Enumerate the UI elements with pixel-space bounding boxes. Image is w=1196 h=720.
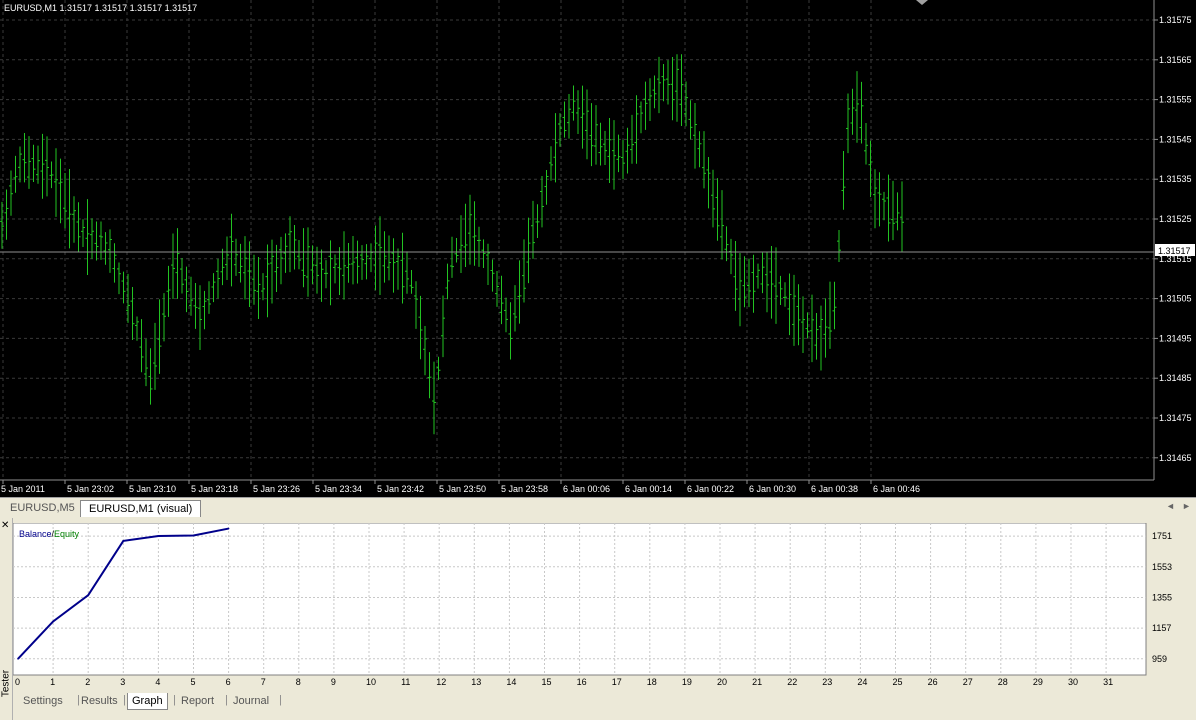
graph-x-tick: 20 — [717, 677, 727, 687]
graph-x-tick: 1 — [50, 677, 55, 687]
tab-journal[interactable]: Journal — [229, 693, 273, 709]
price-axis: 1.31575 1.31565 1.31555 1.31545 1.31535 1.315… — [1154, 15, 1192, 463]
time-tick-label: 5 Jan 23:42 — [377, 484, 424, 494]
graph-x-tick: 10 — [366, 677, 376, 687]
graph-y-axis: 959 1157 1355 1553 1751 — [1152, 531, 1172, 664]
chart-tab-eurusd-m5[interactable]: EURUSD,M5 — [2, 500, 83, 516]
time-tick-label: 5 Jan 23:02 — [67, 484, 114, 494]
balance-point — [157, 535, 160, 537]
balance-point — [17, 657, 19, 660]
graph-y-tick: 1553 — [1152, 562, 1172, 572]
graph-x-tick: 21 — [752, 677, 762, 687]
graph-x-tick: 15 — [542, 677, 552, 687]
price-tick-label: 1.31555 — [1159, 95, 1192, 105]
price-tick-label: 1.31565 — [1159, 55, 1192, 65]
balance-graph: 9591157135515531751 0 1 2 3 4 5 6 7 8 9 10 11 12 13 14… — [13, 523, 1172, 687]
graph-x-tick: 9 — [331, 677, 336, 687]
graph-x-tick: 11 — [401, 677, 410, 687]
graph-x-tick: 14 — [506, 677, 516, 687]
graph-x-tick: 6 — [226, 677, 231, 687]
graph-y-tick: 959 — [1152, 654, 1167, 664]
tab-report[interactable]: Report — [177, 693, 218, 709]
graph-x-axis: 0 1 2 3 4 5 6 7 8 9 10 11 12 13 14 15 16 17 18 19 20 21 22 23 24… — [15, 677, 1113, 687]
price-tick-label: 1.31575 — [1159, 15, 1192, 25]
price-tick-label: 1.31525 — [1159, 214, 1192, 224]
tester-label: Tester — [0, 669, 12, 698]
balance-point — [122, 540, 125, 542]
time-tick-label: 5 Jan 23:58 — [501, 484, 548, 494]
price-tick-label: 1.31485 — [1159, 373, 1192, 383]
graph-y-tick: 1751 — [1152, 531, 1172, 541]
strategy-tester-panel: ✕ Tester 959 1157 1355 1553 1751 01234567891… — [0, 518, 1196, 720]
time-tick-label: 6 Jan 00:30 — [749, 484, 796, 494]
graph-x-tick: 19 — [682, 677, 692, 687]
price-chart-canvas[interactable]: 1.31575 1.31565 1.31555 1.31545 1.31535 1.315… — [0, 0, 1196, 497]
graph-x-tick: 29 — [1033, 677, 1043, 687]
tab-graph[interactable]: Graph — [127, 693, 168, 710]
tester-tab-bar: Settings | Results | Graph | Report | Jo… — [13, 691, 1196, 711]
price-tick-label: 1.31535 — [1159, 174, 1192, 184]
graph-x-tick: 0 — [15, 677, 20, 687]
price-tick-label: 1.31465 — [1159, 453, 1192, 463]
graph-x-tick: 4 — [155, 677, 160, 687]
price-tick-label: 1.31495 — [1159, 333, 1192, 343]
graph-y-tick: 1355 — [1152, 592, 1172, 602]
tab-settings[interactable]: Settings — [19, 693, 67, 709]
graph-x-tick: 24 — [857, 677, 867, 687]
chart-tab-eurusd-m1-visual[interactable]: EURUSD,M1 (visual) — [80, 500, 202, 517]
time-tick-label: 5 Jan 23:26 — [253, 484, 300, 494]
time-tick-label: 5 Jan 23:50 — [439, 484, 486, 494]
graph-x-tick: 16 — [577, 677, 587, 687]
graph-x-tick: 30 — [1068, 677, 1078, 687]
balance-point — [192, 534, 195, 537]
time-tick-label: 5 Jan 23:10 — [129, 484, 176, 494]
time-tick-label: 5 Jan 23:34 — [315, 484, 362, 494]
chart-tab-bar: EURUSD,M5 EURUSD,M1 (visual) ◄ ► — [0, 497, 1196, 519]
time-tick-label: 6 Jan 00:14 — [625, 484, 672, 494]
tab-results[interactable]: Results — [77, 693, 122, 709]
time-tick-label: 6 Jan 00:22 — [687, 484, 734, 494]
graph-x-tick: 7 — [261, 677, 266, 687]
price-tick-label: 1.31475 — [1159, 413, 1192, 423]
balance-point — [87, 594, 89, 596]
price-tick-label: 1.31505 — [1159, 294, 1192, 304]
close-icon[interactable]: ✕ — [1, 520, 9, 531]
shift-marker-icon[interactable] — [916, 0, 928, 5]
graph-x-tick: 5 — [191, 677, 196, 687]
scroll-left-icon[interactable]: ◄ — [1166, 501, 1175, 511]
time-tick-label: 6 Jan 00:38 — [811, 484, 858, 494]
graph-x-tick: 2 — [85, 677, 90, 687]
chart-header: EURUSD,M1 1.31517 1.31517 1.31517 1.3151… — [4, 3, 197, 13]
graph-x-tick: 8 — [296, 677, 301, 687]
legend-balance: Balance — [19, 529, 52, 539]
graph-x-tick: 18 — [647, 677, 657, 687]
balance-point — [227, 527, 230, 530]
graph-x-tick: 13 — [471, 677, 481, 687]
graph-x-tick: 28 — [998, 677, 1008, 687]
graph-x-tick: 23 — [822, 677, 832, 687]
graph-x-tick: 22 — [787, 677, 797, 687]
legend-equity: Equity — [54, 529, 80, 539]
balance-point — [52, 620, 54, 623]
time-tick-label: 6 Jan 00:06 — [563, 484, 610, 494]
graph-x-tick: 17 — [612, 677, 622, 687]
current-price-label: 1.31517 — [1158, 246, 1191, 256]
graph-legend: Balance/Equity — [19, 529, 80, 539]
scroll-right-icon[interactable]: ► — [1182, 501, 1191, 511]
time-tick-label: 6 Jan 00:46 — [873, 484, 920, 494]
time-tick-label: 5 Jan 23:18 — [191, 484, 238, 494]
graph-y-tick: 1157 — [1152, 623, 1171, 633]
graph-x-tick: 12 — [436, 677, 446, 687]
graph-x-tick: 3 — [120, 677, 125, 687]
graph-x-tick: 27 — [963, 677, 973, 687]
price-tick-label: 1.31545 — [1159, 134, 1192, 144]
graph-x-tick: 31 — [1103, 677, 1113, 687]
time-axis: 5 Jan 2011 5 Jan 23:02 5 Jan 23:10 5 Jan 23… — [1, 480, 920, 494]
tester-sidebar: ✕ Tester — [0, 518, 13, 720]
price-chart[interactable]: 1.31575 1.31565 1.31555 1.31545 1.31535 1.315… — [0, 0, 1196, 497]
time-tick-label: 5 Jan 2011 — [1, 484, 45, 494]
price-bars — [0, 54, 904, 435]
graph-x-tick: 25 — [893, 677, 903, 687]
graph-x-tick: 26 — [928, 677, 938, 687]
